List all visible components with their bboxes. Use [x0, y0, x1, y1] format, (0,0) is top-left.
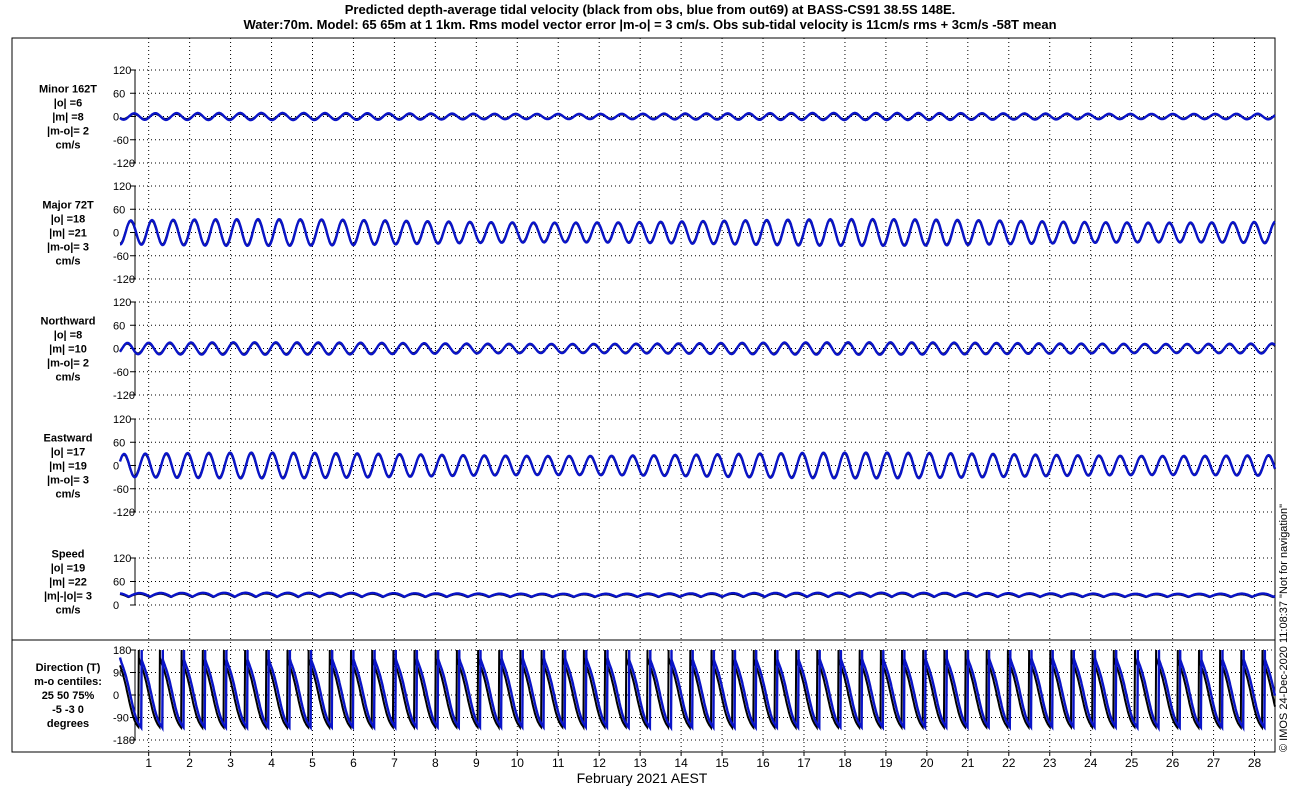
- x-tick-label-12: 12: [593, 756, 607, 770]
- major-panel-label-2: |m| =21: [49, 228, 87, 240]
- x-tick-label-3: 3: [227, 756, 234, 770]
- grid-lines: [135, 38, 1275, 752]
- north-panel-label-0: Northward: [41, 316, 96, 328]
- east-panel-label-3: |m-o|= 3: [47, 475, 89, 487]
- y-tick-labels: 120 60 0 -60 -120 120 60 0 -60 -120 120 60 0 -60 -120 1…: [113, 65, 136, 747]
- north-ytick-label-0: 0: [113, 344, 119, 356]
- north-ytick-label-60: 60: [113, 320, 125, 332]
- x-tick-label-23: 23: [1043, 756, 1057, 770]
- tidal-velocity-chart: 120600-60-120120600-60-120120600-60-1201…: [11, 37, 1290, 786]
- x-axis: 1 2 3 4 5 6 7 8 9 10 11 12 13 14 15 16 17 18 19 20 21 22 23 24 2…: [145, 752, 1262, 770]
- major-series-model-line: [120, 217, 1276, 248]
- panel-labels: Minor 162T |o| =6 |m| =8 |m-o|= 2 cm/s Major …: [34, 84, 102, 731]
- speed-panel-label-2: |m| =22: [49, 577, 87, 589]
- x-tick-label-2: 2: [186, 756, 193, 770]
- minor-ytick-label-120: 120: [113, 65, 131, 77]
- minor-series-model-line: [119, 111, 1276, 122]
- minor-ytick-label--120: -120: [113, 158, 135, 170]
- east-panel-label-1: |o| =17: [51, 447, 86, 459]
- north-panel-label-2: |m| =10: [49, 344, 87, 356]
- east-panel-label-0: Eastward: [44, 433, 93, 445]
- direction-panel-label-3: -5 -3 0: [52, 704, 84, 716]
- major-panel-label-1: |o| =18: [51, 214, 86, 226]
- x-tick-label-6: 6: [350, 756, 357, 770]
- speed-panel-label-1: |o| =19: [51, 563, 86, 575]
- minor-panel-label-0: Minor 162T: [39, 84, 97, 96]
- x-tick-label-13: 13: [633, 756, 647, 770]
- north-panel-label-3: |m-o|= 2: [47, 358, 89, 370]
- major-ytick-label--120: -120: [113, 274, 135, 286]
- x-tick-label-17: 17: [797, 756, 811, 770]
- east-ytick-label-120: 120: [113, 414, 131, 426]
- minor-ytick-label-60: 60: [113, 88, 125, 100]
- north-panel-label-1: |o| =8: [54, 330, 82, 342]
- major-ytick-label-120: 120: [113, 181, 131, 193]
- speed-ytick-label-60: 60: [113, 577, 125, 589]
- direction-panel-label-0: Direction (T): [36, 662, 101, 674]
- east-ytick-label--120: -120: [113, 507, 135, 519]
- direction-ytick-label--180: -180: [113, 735, 135, 747]
- east-ytick-label--60: -60: [113, 484, 129, 496]
- direction-panel-label-4: degrees: [47, 718, 89, 730]
- x-tick-label-9: 9: [473, 756, 480, 770]
- x-tick-label-20: 20: [920, 756, 934, 770]
- x-tick-label-1: 1: [145, 756, 152, 770]
- x-tick-label-21: 21: [961, 756, 975, 770]
- speed-panel-label-3: |m|-|o|= 3: [44, 591, 92, 603]
- north-ytick-label--120: -120: [113, 390, 135, 402]
- speed-panel-label-4: cm/s: [55, 605, 80, 617]
- minor-ytick-label-0: 0: [113, 112, 119, 124]
- direction-series-obs-line: [119, 649, 1276, 731]
- major-panel-label-4: cm/s: [55, 256, 80, 268]
- speed-ytick-label-120: 120: [113, 553, 131, 565]
- x-tick-label-15: 15: [715, 756, 729, 770]
- x-tick-label-24: 24: [1084, 756, 1098, 770]
- minor-ytick-label--60: -60: [113, 135, 129, 147]
- direction-ytick-label--90: -90: [113, 713, 129, 725]
- speed-series-model-line: [119, 591, 1276, 599]
- minor-panel-label-1: |o| =6: [54, 98, 82, 110]
- x-tick-label-16: 16: [756, 756, 770, 770]
- direction-panel-label-1: m-o centiles:: [34, 676, 102, 688]
- speed-panel-label-0: Speed: [51, 549, 84, 561]
- credit-text: © IMOS 24-Dec-2020 11:08:37 "Not for nav…: [1278, 504, 1290, 752]
- x-tick-label-25: 25: [1125, 756, 1139, 770]
- major-panel-label-3: |m-o|= 3: [47, 242, 89, 254]
- x-tick-label-4: 4: [268, 756, 275, 770]
- minor-panel-label-4: cm/s: [55, 140, 80, 152]
- east-panel-label-2: |m| =19: [49, 461, 87, 473]
- x-tick-label-19: 19: [879, 756, 893, 770]
- east-ytick-label-60: 60: [113, 437, 125, 449]
- direction-ytick-label-180: 180: [113, 645, 131, 657]
- x-tick-label-22: 22: [1002, 756, 1016, 770]
- x-axis-label: February 2021 AEST: [577, 770, 708, 786]
- x-tick-label-8: 8: [432, 756, 439, 770]
- east-ytick-label-0: 0: [113, 461, 119, 473]
- speed-ytick-label-0: 0: [113, 600, 119, 612]
- x-tick-label-11: 11: [552, 756, 565, 770]
- north-panel-label-4: cm/s: [55, 372, 80, 384]
- north-series-model-line: [119, 341, 1276, 356]
- direction-panel-label-2: 25 50 75%: [42, 690, 95, 702]
- major-ytick-label-0: 0: [113, 228, 119, 240]
- minor-panel-label-2: |m| =8: [52, 112, 84, 124]
- east-panel-label-4: cm/s: [55, 489, 80, 501]
- direction-ytick-label-0: 0: [113, 690, 119, 702]
- series-lines: [118, 111, 1277, 732]
- x-tick-label-5: 5: [309, 756, 316, 770]
- x-tick-label-28: 28: [1248, 756, 1262, 770]
- x-tick-label-18: 18: [838, 756, 852, 770]
- major-ytick-label-60: 60: [113, 204, 125, 216]
- x-tick-label-27: 27: [1207, 756, 1221, 770]
- east-series-model-line: [118, 451, 1277, 480]
- major-ytick-label--60: -60: [113, 251, 129, 263]
- north-ytick-label--60: -60: [113, 367, 129, 379]
- major-panel-label-0: Major 72T: [42, 200, 94, 212]
- x-tick-label-14: 14: [674, 756, 688, 770]
- x-tick-label-10: 10: [511, 756, 525, 770]
- x-tick-label-7: 7: [391, 756, 398, 770]
- x-tick-label-26: 26: [1166, 756, 1180, 770]
- north-ytick-label-120: 120: [113, 297, 131, 309]
- minor-panel-label-3: |m-o|= 2: [47, 126, 89, 138]
